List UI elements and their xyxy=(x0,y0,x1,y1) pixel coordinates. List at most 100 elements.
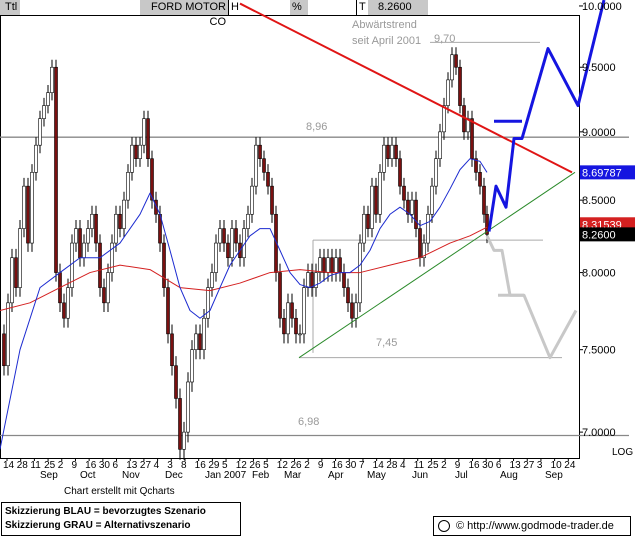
scenario-legend: Skizzierung BLAU = bevorzugtes Szenario … xyxy=(1,502,241,536)
candle-body xyxy=(450,54,454,81)
candle-body xyxy=(282,317,286,335)
candle-body xyxy=(30,172,34,244)
y-tick-label: 9.0000 xyxy=(582,127,616,139)
candle-body xyxy=(234,228,238,244)
y-tick-label: 7.5000 xyxy=(582,345,616,357)
candle-body xyxy=(134,144,138,159)
candle-body xyxy=(10,257,14,304)
candle-body xyxy=(214,242,218,273)
candle-body xyxy=(262,158,266,173)
x-month-label: Oct xyxy=(80,470,96,481)
candle-body xyxy=(62,302,66,319)
candle-body xyxy=(174,365,178,399)
candle-body xyxy=(6,302,10,367)
x-month-label: Feb xyxy=(252,470,270,481)
candle-body xyxy=(266,172,270,187)
candle-body xyxy=(230,228,234,259)
y-tick-label: 9.5000 xyxy=(582,62,616,74)
candle-body xyxy=(110,242,114,273)
price-trend-label: 8.69787 xyxy=(582,167,622,179)
candle-body xyxy=(418,228,422,259)
candle-body xyxy=(302,287,306,335)
candle-body xyxy=(186,381,190,433)
legend-gray: Skizzierung GRAU = Alternativszenario xyxy=(5,520,191,531)
candle-body xyxy=(438,131,442,159)
candle-body xyxy=(218,228,222,244)
candle-body xyxy=(190,349,194,383)
x-day-label: 6 xyxy=(113,460,119,471)
candle-body xyxy=(122,199,126,229)
x-day-label: 25 xyxy=(427,460,439,471)
candle-body xyxy=(194,333,198,350)
y-tick-label: 10.0000 xyxy=(582,1,622,13)
candle-body xyxy=(146,118,150,159)
candle-body xyxy=(362,213,366,244)
candle-body xyxy=(278,272,282,319)
x-month-label: May xyxy=(367,470,386,481)
candle-body xyxy=(98,242,102,288)
candle-body xyxy=(346,287,350,304)
annotation-downtrend-2: seit April 2001 xyxy=(352,35,421,47)
x-day-label: 28 xyxy=(17,460,29,471)
legend-blue: Skizzierung BLAU = bevorzugtes Szenario xyxy=(5,506,206,517)
candle-body xyxy=(442,105,446,133)
x-month-label: Apr xyxy=(328,470,344,481)
x-day-label: 28 xyxy=(386,460,398,471)
candle-body xyxy=(34,144,38,173)
x-day-label: 14 xyxy=(3,460,15,471)
candle-body xyxy=(338,257,342,273)
x-day-label: 7 xyxy=(359,460,365,471)
x-day-label: 2 xyxy=(58,460,64,471)
candle-body xyxy=(298,333,302,336)
gray-scenario-line xyxy=(485,235,578,360)
candle-body xyxy=(82,242,86,259)
log-label: LOG xyxy=(612,447,633,458)
candle-body xyxy=(42,105,46,119)
x-day-label: 30 xyxy=(345,460,357,471)
candle-body xyxy=(46,92,50,106)
candle-body xyxy=(326,257,330,273)
candle-body xyxy=(130,144,134,173)
ma-fast-line xyxy=(0,158,488,450)
candle-body xyxy=(18,228,22,288)
candle-body xyxy=(102,287,106,304)
x-day-label: 16 xyxy=(468,460,480,471)
x-month-label: Sep xyxy=(40,470,58,481)
candle-body xyxy=(370,185,374,229)
candle-body xyxy=(446,79,450,106)
candle-body xyxy=(202,317,206,350)
globe-icon xyxy=(438,520,450,532)
source-url-text: © http://www.godmode-trader.de xyxy=(456,520,614,532)
x-day-label: 27 xyxy=(140,460,152,471)
candle-body xyxy=(178,398,182,450)
x-day-label: 30 xyxy=(482,460,494,471)
x-day-label: 2 xyxy=(441,460,447,471)
y-tick-label: 7.0000 xyxy=(582,427,616,439)
candle-body xyxy=(126,172,130,201)
candle-body xyxy=(86,228,90,244)
moving-averages xyxy=(0,158,488,450)
candle-body xyxy=(138,144,142,159)
candle-body xyxy=(114,213,118,244)
x-month-label: Jan 2007 xyxy=(205,470,247,481)
candle-body xyxy=(246,213,250,229)
x-day-label: 2 xyxy=(304,460,310,471)
candle-body xyxy=(74,228,78,244)
x-month-label: Nov xyxy=(122,470,140,481)
candle-body xyxy=(182,431,186,450)
annotation-downtrend-1: Abwärtstrend xyxy=(352,19,417,31)
source-url[interactable]: © http://www.godmode-trader.de xyxy=(433,516,631,536)
x-month-label: Jun xyxy=(412,470,428,481)
candle-body xyxy=(2,333,6,367)
candle-body xyxy=(150,158,154,201)
candle-body xyxy=(398,158,402,187)
y-tick-label: 8.0000 xyxy=(582,268,616,280)
x-month-label: Mar xyxy=(284,470,302,481)
x-month-label: Jul xyxy=(455,470,468,481)
x-day-label: 9 xyxy=(71,460,77,471)
x-day-label: 27 xyxy=(523,460,535,471)
candle-body xyxy=(50,66,54,93)
candle-body xyxy=(94,213,98,244)
candle-body xyxy=(402,185,406,201)
x-month-label: Sep xyxy=(545,470,563,481)
